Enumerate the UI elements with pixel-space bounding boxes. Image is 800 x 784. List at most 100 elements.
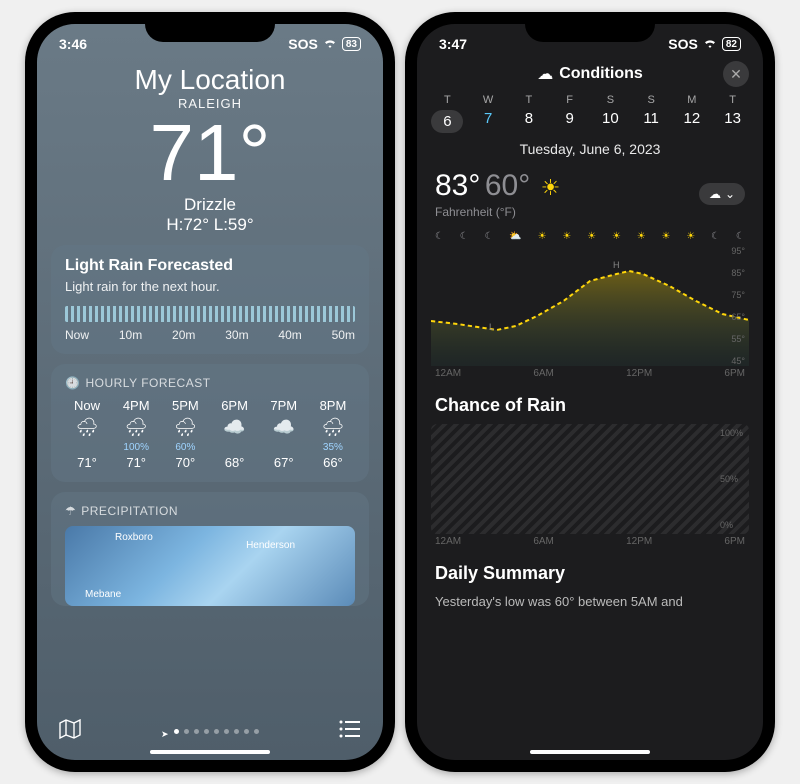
hour-time: 6PM [213,398,257,413]
dot [234,729,239,734]
minute-label: 40m [278,328,301,342]
precip-map[interactable]: Roxboro Henderson Mebane [65,526,355,606]
sun-icon: ☀ [637,231,646,242]
hour-pop [262,442,306,453]
minute-label: 10m [119,328,142,342]
hourly-cell[interactable]: Now 🌧 71° [65,398,109,470]
rain-x-axis: 12AM 6AM 12PM 6PM [417,536,763,547]
condition-dropdown[interactable]: ☁ ⌄ [699,183,745,205]
sun-icon: ☀ [662,231,671,242]
sun-icon: ☀ [562,231,571,242]
sun-icon: ☀ [538,231,547,242]
moon-icon: ☾ [711,231,720,242]
dot [244,729,249,734]
hourly-forecast-card[interactable]: 🕘 HOURLY FORECAST Now🌧71°4PM🌧100%71°5PM🌧… [51,364,369,482]
weather-icon: 🌧 [163,417,207,438]
map-label: Roxboro [115,532,153,543]
day-cell[interactable]: S11 [635,94,667,133]
x-tick: 12AM [435,536,461,547]
y-tick: 45° [731,356,745,366]
hour-pop: 60% [163,442,207,453]
y-tick: 95° [731,246,745,256]
rain-section-title: Chance of Rain [417,379,763,424]
y-tick: 75° [731,290,745,300]
x-tick: 12PM [626,536,652,547]
minute-label: Now [65,328,89,342]
minutecast-card[interactable]: Light Rain Forecasted Light rain for the… [51,245,369,354]
battery-indicator: 82 [722,37,741,51]
temp-detail-row: 83° 60° ☀ Fahrenheit (°F) ☁ ⌄ [417,157,763,231]
weather-icon: 🌧 [65,417,109,438]
minute-label: 50m [332,328,355,342]
hour-time: Now [65,398,109,413]
bottom-toolbar: ➤ [37,719,383,744]
moon-icon: ☾ [460,231,469,242]
precipitation-card[interactable]: ☂ PRECIPITATION Roxboro Henderson Mebane [51,492,369,606]
weather-icon: ☁️ [213,417,257,438]
day-cell[interactable]: F9 [554,94,586,133]
current-temp: 71° [37,113,383,193]
moon-icon: ☾ [435,231,444,242]
hourly-cell[interactable]: 7PM☁️67° [262,398,306,470]
day-selector[interactable]: T6W7T8F9S10 S11 M12 T13 [417,94,763,133]
day-cell[interactable]: W7 [472,94,504,133]
map-label: Mebane [85,589,121,600]
close-button[interactable]: ✕ [723,61,749,87]
city-name: RALEIGH [37,96,383,111]
page-dots[interactable]: ➤ [161,729,259,734]
day-number: 9 [554,110,586,127]
day-cell[interactable]: T8 [513,94,545,133]
hourly-row[interactable]: Now🌧71°4PM🌧100%71°5PM🌧60%70°6PM☁️68°7PM☁… [65,398,355,470]
weather-main-screen: 3:46 SOS 83 My Location RALEIGH 71° Driz… [37,24,383,760]
day-number: 13 [717,110,749,127]
clock-icon: 🕘 [65,376,80,390]
phone-right: 3:47 SOS 82 ☁ Conditions ✕ T6W7T8F9S10S1… [405,12,775,772]
x-tick: 6AM [533,536,554,547]
umbrella-icon: ☂ [65,504,76,518]
day-cell[interactable]: T6 [431,94,463,133]
hour-temp: 68° [213,455,257,470]
phone-left: 3:46 SOS 83 My Location RALEIGH 71° Driz… [25,12,395,772]
day-cell[interactable]: S10 [594,94,626,133]
dot [254,729,259,734]
x-tick: 12PM [626,368,652,379]
hourly-cell[interactable]: 8PM🌧35%66° [311,398,355,470]
day-number: 7 [472,110,504,127]
battery-indicator: 83 [342,37,361,51]
map-icon[interactable] [59,719,81,744]
precip-header-text: PRECIPITATION [81,504,178,518]
hour-temp: 67° [262,455,306,470]
day-cell[interactable]: M12 [676,94,708,133]
home-indicator[interactable] [530,750,650,754]
dot [224,729,229,734]
hourly-cell[interactable]: 6PM ☁️ 68° [213,398,257,470]
precip-header: ☂ PRECIPITATION [65,504,355,518]
hour-temp: 66° [311,455,355,470]
location-title: My Location [37,64,383,96]
hourly-cell[interactable]: 4PM🌧100%71° [114,398,158,470]
dot [204,729,209,734]
sun-icon: ☀ [587,231,596,242]
summary-text: Yesterday's low was 60° between 5AM and [417,592,763,611]
hourly-header-text: HOURLY FORECAST [85,376,210,390]
y-tick: 65° [731,312,745,322]
day-letter: S [594,94,626,106]
weather-icon: 🌧 [114,417,158,438]
hourly-cell[interactable]: 5PM🌧60%70° [163,398,207,470]
home-indicator[interactable] [150,750,270,754]
high-temp: 83° [435,169,480,202]
day-cell[interactable]: T13 [717,94,749,133]
y-tick: 0% [720,520,743,530]
conditions-detail-screen: 3:47 SOS 82 ☁ Conditions ✕ T6W7T8F9S10S1… [417,24,763,760]
y-tick: 50% [720,474,743,484]
x-tick: 6AM [533,368,554,379]
rain-chart[interactable]: 100% 50% 0% [431,424,749,534]
hour-temp: 71° [65,455,109,470]
status-time: 3:46 [59,36,87,52]
rain-y-axis: 100% 50% 0% [720,424,743,534]
temperature-chart[interactable]: L H 95° 85° 75° 65° 55° 45° [431,246,749,366]
x-tick: 6PM [724,536,745,547]
hour-temp: 70° [163,455,207,470]
notch [145,12,275,42]
list-icon[interactable] [339,720,361,743]
